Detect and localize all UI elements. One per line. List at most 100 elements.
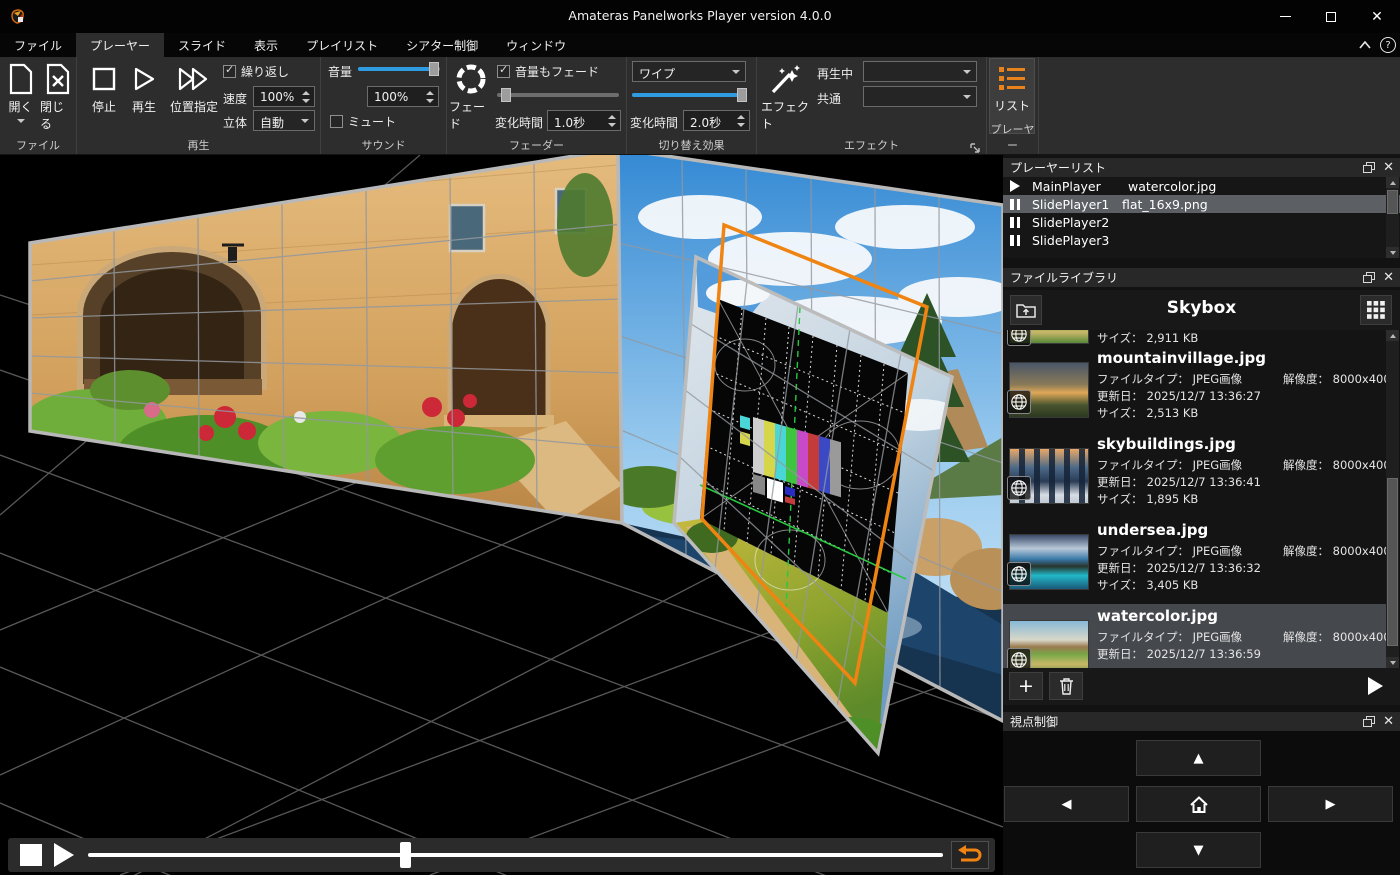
effect-button[interactable]: エフェクト <box>761 60 809 132</box>
transport-seek-thumb[interactable] <box>400 842 411 868</box>
play-icon <box>1368 677 1383 695</box>
speed-spinner[interactable]: 100% <box>253 86 315 107</box>
file-row-watercolor[interactable]: watercolor.jpg ファイルタイプ： JPEG画像 解像度： 8000… <box>1003 604 1386 668</box>
tab-file[interactable]: ファイル <box>0 33 76 57</box>
player-list-panel-header: プレーヤーリスト ✕ <box>1003 158 1400 177</box>
float-panel-icon[interactable] <box>1363 272 1375 283</box>
scrollbar-thumb[interactable] <box>1387 190 1398 214</box>
transition-duration-spinner[interactable]: 2.0秒 <box>683 110 750 131</box>
close-panel-icon[interactable]: ✕ <box>1383 715 1394 728</box>
transition-duration-label: 変化時間 <box>630 114 678 131</box>
fader-duration-spinner[interactable]: 1.0秒 <box>547 110 621 131</box>
delete-file-button[interactable] <box>1049 672 1083 700</box>
list-icon <box>997 63 1027 93</box>
tab-playlist[interactable]: プレイリスト <box>292 33 392 57</box>
paused-icon <box>1010 199 1020 210</box>
scrollbar-thumb[interactable] <box>1387 478 1398 646</box>
effect-playing-label: 再生中 <box>817 65 853 82</box>
pan-up-button[interactable]: ▲ <box>1136 740 1261 776</box>
ribbon-group-sound: 音量 100% ミュート サウンド <box>321 57 447 154</box>
help-button[interactable]: ? <box>1380 37 1396 53</box>
player-row-slideplayer1[interactable]: SlidePlayer1 flat_16x9.png <box>1003 195 1400 213</box>
player-row-slideplayer2[interactable]: SlidePlayer2 <box>1003 213 1400 231</box>
effect-common-dropdown[interactable] <box>863 86 977 107</box>
ribbon-group-player: リスト プレーヤー <box>987 57 1039 154</box>
stereo-dropdown[interactable]: 自動 <box>253 110 315 131</box>
arrow-right-icon: ▶ <box>1326 797 1336 812</box>
stop-button[interactable]: 停止 <box>85 60 123 115</box>
play-file-button[interactable] <box>1356 672 1394 700</box>
spinner-arrows-icon[interactable] <box>424 87 436 106</box>
file-row-skybuildings[interactable]: skybuildings.jpg ファイルタイプ： JPEG画像 解像度： 80… <box>1003 432 1386 518</box>
seek-position-button[interactable]: 位置指定 <box>165 60 223 115</box>
transition-slider-thumb[interactable] <box>737 88 747 102</box>
ribbon-group-transition: ワイプ 変化時間 2.0秒 切り替え効果 <box>627 57 757 154</box>
scroll-up-button[interactable] <box>1386 330 1399 341</box>
scroll-down-button[interactable] <box>1386 657 1399 668</box>
open-dropdown-arrow-icon[interactable] <box>17 119 25 123</box>
home-view-button[interactable] <box>1136 786 1261 822</box>
tab-theater-control[interactable]: シアター制御 <box>392 33 492 57</box>
float-panel-icon[interactable] <box>1363 716 1375 727</box>
fader-slider[interactable] <box>497 88 619 102</box>
tab-view[interactable]: 表示 <box>240 33 292 57</box>
volume-spinner[interactable]: 100% <box>367 86 439 107</box>
player-row-slideplayer3[interactable]: SlidePlayer3 <box>1003 231 1400 249</box>
ribbon-group-playback: 停止 再生 位置指定 ✓ 繰り返し 速度 100% 立体 自動 <box>77 57 321 154</box>
sidebar: プレーヤーリスト ✕ MainPlayer watercolor.jpg Sli… <box>1003 155 1400 875</box>
tab-window[interactable]: ウィンドウ <box>492 33 580 57</box>
pan-right-button[interactable]: ▶ <box>1268 786 1393 822</box>
scroll-up-button[interactable] <box>1386 177 1399 188</box>
collapse-ribbon-button[interactable] <box>1356 36 1374 54</box>
file-library-scrollbar[interactable] <box>1386 330 1399 668</box>
effect-playing-dropdown[interactable] <box>863 61 977 82</box>
player-list-scrollbar[interactable] <box>1386 177 1399 258</box>
spinner-arrows-icon[interactable] <box>735 111 747 130</box>
stage-3d-viewport[interactable] <box>0 155 1003 875</box>
spinner-arrows-icon[interactable] <box>606 111 618 130</box>
fader-slider-thumb[interactable] <box>501 88 511 102</box>
ribbon-group-effect: エフェクト 再生中 共通 エフェクト <box>757 57 987 154</box>
transport-loop-button[interactable] <box>951 841 989 869</box>
application-window: Amateras Panelworks Player version 4.0.0… <box>0 0 1400 875</box>
file-row-undersea[interactable]: undersea.jpg ファイルタイプ： JPEG画像 解像度： 8000x4… <box>1003 518 1386 604</box>
close-button[interactable]: ✕ <box>1354 0 1400 33</box>
file-row-mountainvillage[interactable]: mountainvillage.jpg ファイルタイプ： JPEG画像 解像度：… <box>1003 346 1386 432</box>
volume-slider-thumb[interactable] <box>429 62 439 76</box>
grid-view-button[interactable] <box>1360 295 1392 325</box>
menu-right-controls: ? <box>1356 33 1396 57</box>
mute-checkbox[interactable]: ミュート <box>330 113 396 130</box>
file-row-partial[interactable]: サイズ： 2,911 KB <box>1003 330 1386 346</box>
minimize-button[interactable] <box>1262 0 1308 33</box>
checkbox-checked-icon: ✓ <box>497 65 510 78</box>
volume-fade-checkbox[interactable]: ✓ 音量もフェード <box>497 63 599 80</box>
close-file-button[interactable]: 閉じる <box>40 60 75 132</box>
pan-down-button[interactable]: ▼ <box>1136 832 1261 868</box>
fader-duration-label: 変化時間 <box>495 114 543 131</box>
transition-type-dropdown[interactable]: ワイプ <box>632 61 746 82</box>
player-row-mainplayer[interactable]: MainPlayer watercolor.jpg <box>1003 177 1400 195</box>
fade-button[interactable]: フェード <box>449 60 493 132</box>
transition-slider[interactable] <box>632 88 747 102</box>
open-button[interactable]: 開く <box>3 60 38 123</box>
globe-icon <box>1010 393 1028 411</box>
float-panel-icon[interactable] <box>1363 162 1375 173</box>
tab-slide[interactable]: スライド <box>164 33 240 57</box>
spinner-arrows-icon[interactable] <box>300 87 312 106</box>
pan-left-button[interactable]: ◀ <box>1004 786 1129 822</box>
transport-stop-button[interactable] <box>20 844 42 866</box>
group-label-sound: サウンド <box>321 137 446 153</box>
maximize-button[interactable] <box>1308 0 1354 33</box>
add-file-button[interactable]: + <box>1009 672 1043 700</box>
transport-play-button[interactable] <box>54 843 74 867</box>
viewpoint-control-pad: ▲ ◀ ▶ ▼ <box>1003 731 1400 875</box>
close-panel-icon[interactable]: ✕ <box>1383 271 1394 284</box>
transport-seek-slider[interactable] <box>88 838 943 872</box>
tab-player[interactable]: プレーヤー <box>76 33 164 57</box>
play-button[interactable]: 再生 <box>125 60 163 115</box>
fast-forward-icon <box>177 66 211 92</box>
scroll-down-button[interactable] <box>1386 247 1399 258</box>
volume-slider[interactable] <box>358 62 440 76</box>
close-panel-icon[interactable]: ✕ <box>1383 161 1394 174</box>
repeat-checkbox[interactable]: ✓ 繰り返し <box>223 63 289 80</box>
